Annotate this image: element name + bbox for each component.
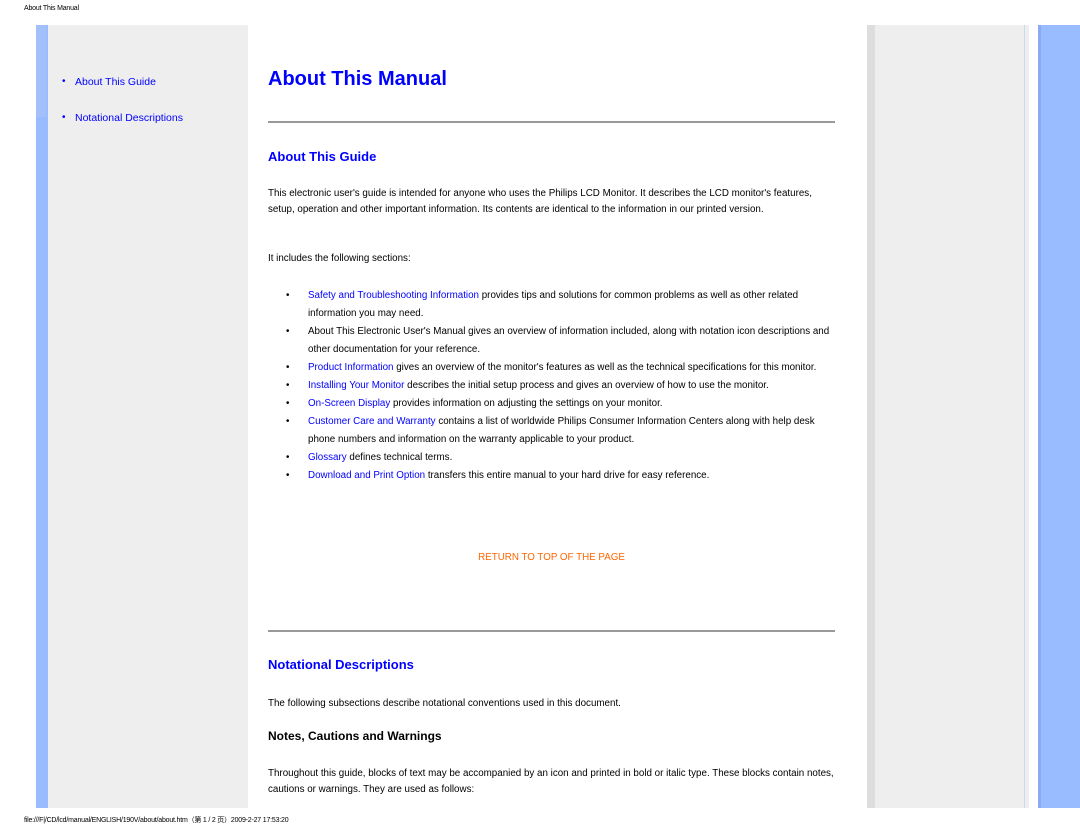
sidebar-item-notational-descriptions[interactable]: • Notational Descriptions <box>62 111 183 147</box>
bullet-icon: • <box>286 452 290 463</box>
bullet-icon: • <box>62 76 66 87</box>
list-item-text: describes the initial setup process and … <box>404 380 769 391</box>
divider <box>268 121 835 123</box>
link-on-screen-display[interactable]: On-Screen Display <box>308 398 390 409</box>
sidebar-nav: • About This Guide • Notational Descript… <box>48 25 248 808</box>
list-item: • About This Electronic User's Manual giv… <box>286 323 835 359</box>
section-heading-notational-descriptions: Notational Descriptions <box>268 657 414 672</box>
link-customer-care-warranty[interactable]: Customer Care and Warranty <box>308 416 436 427</box>
section-heading-about-this-guide: About This Guide <box>268 149 377 164</box>
right-panel <box>867 25 1029 808</box>
link-safety-troubleshooting[interactable]: Safety and Troubleshooting Information <box>308 290 479 301</box>
list-item-text: transfers this entire manual to your har… <box>425 470 710 481</box>
sidebar-link[interactable]: About This Guide <box>75 76 156 88</box>
print-footer: file:///F|/CD/lcd/manual/ENGLISH/190V/ab… <box>24 817 289 824</box>
link-glossary[interactable]: Glossary <box>308 452 347 463</box>
list-item: • Customer Care and Warranty contains a l… <box>286 413 835 449</box>
bullet-icon: • <box>286 290 290 301</box>
includes-paragraph: It includes the following sections: <box>268 253 411 264</box>
list-item: • Safety and Troubleshooting Information … <box>286 287 835 323</box>
list-item-text: About This Electronic User's Manual give… <box>308 326 830 355</box>
print-header: About This Manual <box>24 5 79 12</box>
list-item: • Installing Your Monitor describes the i… <box>286 377 835 395</box>
notes-paragraph: Throughout this guide, blocks of text ma… <box>268 768 834 795</box>
list-item-text: gives an overview of the monitor's featu… <box>393 362 817 373</box>
bullet-icon: • <box>286 380 290 391</box>
bullet-icon: • <box>286 362 290 373</box>
right-accent-bar <box>1038 25 1080 808</box>
return-to-top-link[interactable]: RETURN TO TOP OF THE PAGE <box>478 552 625 563</box>
page-title: About This Manual <box>268 68 447 90</box>
list-item-text: provides information on adjusting the se… <box>390 398 663 409</box>
bullet-icon: • <box>286 470 290 481</box>
sidebar-item-about-this-guide[interactable]: • About This Guide <box>62 75 183 111</box>
list-item: • Product Information gives an overview o… <box>286 359 835 377</box>
bullet-icon: • <box>286 326 290 337</box>
bullet-icon: • <box>286 416 290 427</box>
bullet-icon: • <box>62 112 66 123</box>
link-product-information[interactable]: Product Information <box>308 362 394 373</box>
link-download-print-option[interactable]: Download and Print Option <box>308 470 425 481</box>
subheading-notes-cautions-warnings: Notes, Cautions and Warnings <box>268 729 442 743</box>
list-item: • On-Screen Display provides information … <box>286 395 835 413</box>
notational-intro-paragraph: The following subsections describe notat… <box>268 698 621 709</box>
list-item-text: defines technical terms. <box>346 452 453 463</box>
sidebar-list: • About This Guide • Notational Descript… <box>62 75 183 147</box>
divider <box>268 630 835 632</box>
guide-intro-paragraph: This electronic user's guide is intended… <box>268 188 812 215</box>
list-item: • Download and Print Option transfers thi… <box>286 467 835 485</box>
sections-list: • Safety and Troubleshooting Information … <box>286 287 835 485</box>
list-item: • Glossary defines technical terms. <box>286 449 835 467</box>
link-installing-your-monitor[interactable]: Installing Your Monitor <box>308 380 404 391</box>
left-accent-bar <box>36 25 48 808</box>
sidebar-link[interactable]: Notational Descriptions <box>75 112 183 124</box>
bullet-icon: • <box>286 398 290 409</box>
return-to-top: RETURN TO TOP OF THE PAGE <box>268 552 835 563</box>
